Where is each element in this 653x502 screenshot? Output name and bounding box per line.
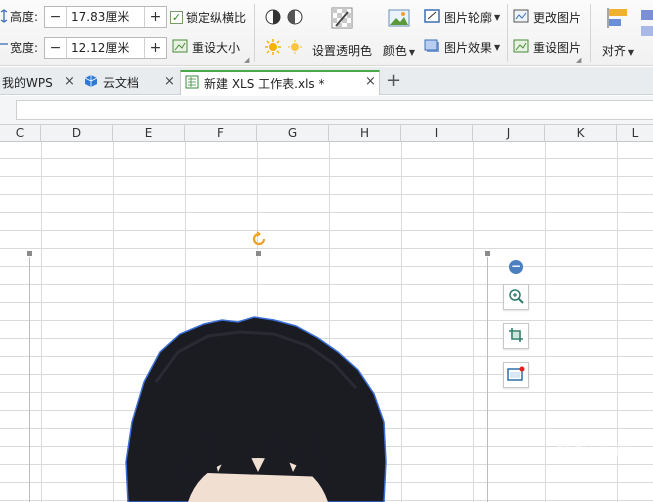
picture-frame-icon [507, 366, 525, 385]
watermark: S Shaiwiki [556, 444, 632, 460]
picture-outline-icon [424, 9, 440, 26]
column-header[interactable]: E [113, 125, 185, 142]
ribbon-divider [254, 4, 255, 62]
color-label: 颜色 ▼ [382, 44, 416, 58]
crop-button[interactable] [503, 323, 529, 349]
column-header[interactable]: C [0, 125, 41, 142]
lock-aspect-ratio-label: 锁定纵横比 [186, 11, 247, 25]
collapse-toolbar-button[interactable]: − [509, 260, 523, 274]
height-stepper[interactable]: − 17.83厘米 + [44, 6, 167, 28]
width-stepper[interactable]: − 12.12厘米 + [44, 37, 167, 59]
ribbon-divider [507, 4, 508, 62]
picture-effect-button[interactable]: 图片效果 ▼ [424, 39, 500, 56]
formula-input[interactable] [16, 100, 653, 120]
transparent-color-icon [330, 6, 354, 33]
tab-close-icon[interactable]: × [365, 74, 376, 89]
set-transparent-color-button[interactable]: 设置透明色 [312, 6, 372, 59]
portrait-picture[interactable] [118, 312, 393, 502]
tab-label: 新建 XLS 工作表.xls * [204, 77, 325, 91]
size-group-launcher-icon[interactable]: ◢ [244, 56, 249, 64]
group-icon[interactable] [640, 8, 653, 38]
rotate-icon[interactable] [251, 231, 267, 250]
brightness-increase-icon[interactable] [264, 38, 282, 56]
selection-frame-left [29, 257, 30, 502]
document-tab-bar: 我的WPS × 云文档 × 新建 XLS 工作表.xls * × + [0, 67, 653, 95]
height-input[interactable]: 17.83厘米 [67, 7, 144, 27]
picture-outline-label: 图片轮廓 [444, 11, 493, 25]
checkmark-icon: ✓ [170, 11, 183, 24]
column-header[interactable]: J [473, 125, 545, 142]
reset-size-button[interactable]: 重设大小 [172, 39, 240, 56]
tab-label: 我的WPS [2, 76, 53, 90]
align-dropdown-button[interactable]: 对齐 ▼ [598, 6, 638, 59]
column-header[interactable]: H [329, 125, 401, 142]
align-icon [606, 6, 630, 33]
new-tab-button[interactable]: + [386, 70, 401, 91]
column-header[interactable]: D [41, 125, 113, 142]
tab-cloud-docs[interactable]: 云文档 [84, 70, 174, 95]
picture-outline-button[interactable]: 图片轮廓 ▼ [424, 9, 500, 26]
resize-handle-top[interactable] [255, 250, 262, 257]
height-decrease-button[interactable]: − [45, 7, 67, 27]
picture-effect-icon [424, 39, 440, 56]
reset-picture-label: 重设图片 [533, 41, 582, 55]
reset-picture-icon [513, 39, 529, 56]
resize-handle-top-right[interactable] [484, 250, 491, 257]
width-increase-button[interactable]: + [144, 38, 166, 58]
spreadsheet-grid[interactable]: − S Shaiwiki [0, 142, 653, 502]
reset-picture-button[interactable]: 重设图片 [513, 39, 581, 56]
set-transparent-color-label: 设置透明色 [312, 44, 373, 58]
height-icon [0, 9, 8, 23]
width-icon [0, 39, 8, 49]
contrast-increase-icon[interactable] [264, 8, 282, 26]
ribbon-divider [590, 4, 591, 62]
lock-aspect-ratio-checkbox[interactable]: ✓ 锁定纵横比 [170, 9, 246, 26]
picture-frame-button[interactable] [503, 362, 529, 388]
column-header[interactable]: I [401, 125, 473, 142]
picture-color-icon [387, 6, 411, 33]
zoom-in-button[interactable] [503, 284, 529, 310]
reset-size-icon [172, 39, 188, 56]
formula-bar [0, 96, 653, 124]
change-picture-button[interactable]: 更改图片 [513, 9, 581, 26]
cloud-docs-icon [84, 74, 98, 91]
zoom-in-icon [508, 288, 524, 307]
reset-size-label: 重设大小 [192, 41, 241, 55]
tab-close-icon[interactable]: × [64, 74, 75, 89]
crop-icon [508, 327, 524, 346]
picture-group-launcher-icon[interactable]: ◢ [576, 56, 581, 64]
color-dropdown-button[interactable]: 颜色 ▼ [381, 6, 417, 59]
tab-label: 云文档 [103, 76, 140, 90]
width-decrease-button[interactable]: − [45, 38, 67, 58]
column-header[interactable]: K [545, 125, 617, 142]
width-label: 宽度: [10, 41, 39, 55]
column-header[interactable]: L [617, 125, 653, 142]
height-label: 高度: [10, 10, 39, 24]
contrast-decrease-icon[interactable] [286, 8, 304, 26]
align-label: 对齐 ▼ [601, 44, 635, 58]
change-picture-label: 更改图片 [533, 11, 582, 25]
watermark-logo-icon: S [556, 444, 572, 460]
change-picture-icon [513, 9, 529, 26]
width-input[interactable]: 12.12厘米 [67, 38, 144, 58]
tab-new-xls-sheet[interactable]: 新建 XLS 工作表.xls * [180, 70, 380, 95]
spreadsheet-file-icon [185, 75, 199, 92]
watermark-text: Shaiwiki [574, 444, 632, 460]
brightness-decrease-icon[interactable] [286, 38, 304, 56]
ribbon-toolbar: 高度: − 17.83厘米 + 宽度: − 12.12厘米 + ✓ 锁定纵横比 … [0, 0, 653, 66]
tab-close-icon[interactable]: × [164, 74, 175, 89]
column-header[interactable]: F [185, 125, 257, 142]
column-header[interactable]: G [257, 125, 329, 142]
height-increase-button[interactable]: + [144, 7, 166, 27]
picture-effect-label: 图片效果 [444, 41, 493, 55]
resize-handle-top-left[interactable] [26, 250, 33, 257]
column-headers: C D E F G H I J K L [0, 124, 653, 142]
selection-frame-right [487, 257, 488, 502]
